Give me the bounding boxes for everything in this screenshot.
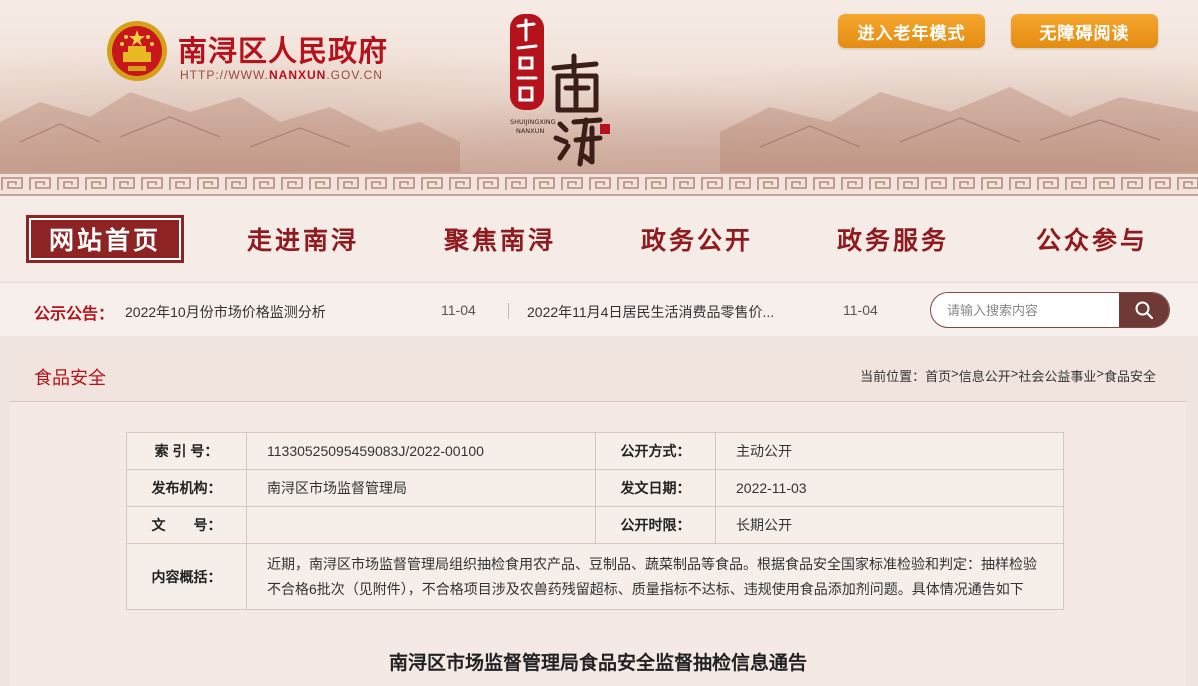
- nav-item-focus-nanxun[interactable]: 聚焦南浔: [425, 215, 575, 263]
- elder-mode-button[interactable]: 进入老年模式: [838, 14, 985, 48]
- announcement-divider: [508, 303, 509, 319]
- open-mode-value: 主动公开: [715, 432, 1064, 470]
- breadcrumb-item-home[interactable]: 首页: [925, 366, 951, 385]
- announcement-link[interactable]: 2022年10月份市场价格监测分析: [125, 302, 425, 322]
- site-url-suffix: .GOV.CN: [326, 68, 383, 82]
- panel-header: 食品安全 当前位置： 首页 > 信息公开 > 社会公益事业 > 食品安全: [10, 346, 1186, 402]
- fret-border: [0, 172, 1198, 196]
- announcement-date: 11-04: [843, 302, 878, 318]
- national-emblem-icon: [107, 21, 167, 81]
- document-number-value: [246, 506, 596, 544]
- announcement-date: 11-04: [441, 302, 476, 318]
- breadcrumb-item-food-safety[interactable]: 食品安全: [1104, 366, 1156, 385]
- content-panel: 食品安全 当前位置： 首页 > 信息公开 > 社会公益事业 > 食品安全 索 引…: [10, 346, 1186, 686]
- site-name[interactable]: 南浔区人民政府: [178, 28, 388, 70]
- breadcrumb-item-public-welfare[interactable]: 社会公益事业: [1018, 366, 1096, 385]
- document-number-label: 文 号：: [126, 506, 247, 544]
- accessible-reading-button[interactable]: 无障碍阅读: [1011, 14, 1158, 48]
- search-input[interactable]: [931, 293, 1121, 327]
- table-row: 文 号： 公开时限： 长期公开: [126, 506, 1064, 544]
- publisher-value: 南浔区市场监督管理局: [246, 469, 596, 507]
- table-row: 内容概括： 近期，南浔区市场监督管理局组织抽检食用农产品、豆制品、蔬菜制品等食品…: [126, 543, 1064, 610]
- breadcrumb: 当前位置： 首页 > 信息公开 > 社会公益事业 > 食品安全: [860, 366, 1156, 385]
- panel-title: 食品安全: [34, 368, 106, 388]
- announcement-bar: 公示公告： 2022年10月份市场价格监测分析 11-04 2022年11月4日…: [0, 282, 1198, 336]
- breadcrumb-separator: >: [951, 366, 959, 381]
- nav-item-home[interactable]: 网站首页: [26, 215, 184, 263]
- site-url-prefix: HTTP://WWW.: [180, 68, 269, 82]
- table-row: 索 引 号： 11330525095459083J/2022-00100 公开方…: [126, 432, 1064, 470]
- breadcrumb-separator: >: [1010, 366, 1019, 381]
- search-button[interactable]: [1119, 293, 1169, 327]
- header-banner: 南浔区人民政府 HTTP://WWW.NANXUN.GOV.CN SHUIJIN…: [0, 0, 1198, 172]
- nav-item-public-participation[interactable]: 公众参与: [1017, 215, 1167, 263]
- index-number-label: 索 引 号：: [126, 432, 247, 470]
- search-icon: [1135, 301, 1154, 320]
- issue-date-label: 发文日期：: [595, 469, 716, 507]
- breadcrumb-prefix: 当前位置：: [860, 369, 926, 384]
- site-url-domain: NANXUN: [268, 68, 327, 82]
- issue-date-value: 2022-11-03: [715, 469, 1064, 507]
- summary-value: 近期，南浔区市场监督管理局组织抽检食用农产品、豆制品、蔬菜制品等食品。根据食品安…: [246, 543, 1064, 610]
- logo-brand-en-2: NANXUN: [516, 127, 544, 135]
- nav-item-gov-services[interactable]: 政务服务: [818, 215, 968, 263]
- index-number-value: 11330525095459083J/2022-00100: [246, 432, 596, 470]
- table-row: 发布机构： 南浔区市场监督管理局 发文日期： 2022-11-03: [126, 469, 1064, 507]
- announcement-label: 公示公告：: [34, 306, 115, 323]
- search-box: [930, 292, 1170, 328]
- open-period-label: 公开时限：: [595, 506, 716, 544]
- calligraphy-logo: SHUIJINGXING NANXUN: [510, 14, 610, 167]
- breadcrumb-item-info-open[interactable]: 信息公开: [959, 366, 1011, 385]
- article-title: 南浔区市场监督管理局食品安全监督抽检信息通告: [388, 653, 807, 674]
- summary-label: 内容概括：: [126, 543, 247, 610]
- document-meta-table: 索 引 号： 11330525095459083J/2022-00100 公开方…: [126, 432, 1064, 610]
- publisher-label: 发布机构：: [126, 469, 247, 507]
- breadcrumb-separator: >: [1096, 366, 1104, 381]
- main-nav: 网站首页 走进南浔 聚焦南浔 政务公开 政务服务 公众参与: [0, 196, 1198, 282]
- logo-brand-en-1: SHUIJINGXING: [510, 118, 556, 126]
- open-mode-label: 公开方式：: [595, 432, 716, 470]
- announcement-link[interactable]: 2022年11月4日居民生活消费品零售价...: [527, 302, 817, 322]
- nav-item-about-nanxun[interactable]: 走进南浔: [228, 215, 378, 263]
- site-url: HTTP://WWW.NANXUN.GOV.CN: [180, 68, 383, 82]
- fret-pattern: [0, 174, 1198, 194]
- nav-item-gov-affairs-open[interactable]: 政务公开: [622, 215, 772, 263]
- open-period-value: 长期公开: [715, 506, 1064, 544]
